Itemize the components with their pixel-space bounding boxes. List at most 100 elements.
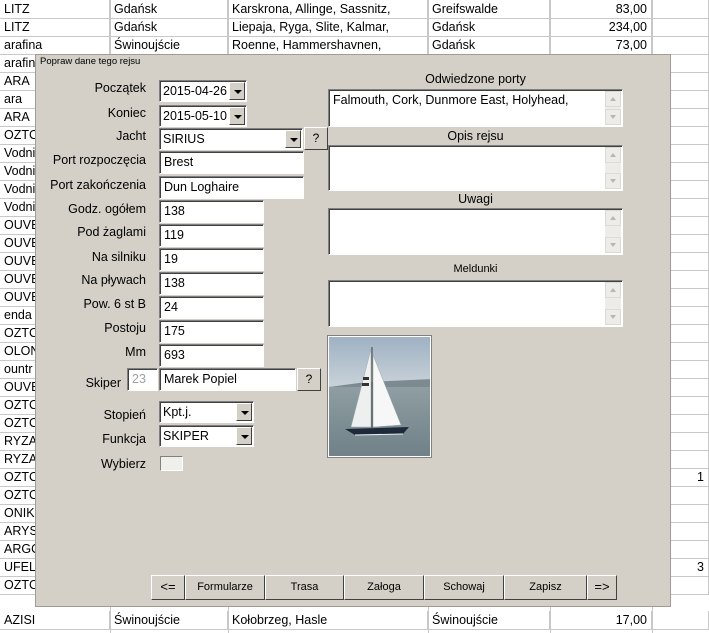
port-start-field[interactable]: Brest — [159, 151, 304, 174]
end-date-combo[interactable]: 2015-05-10 — [159, 105, 247, 127]
table-cell[interactable]: Świnoujście — [110, 611, 228, 630]
hide-button[interactable]: Schowaj — [424, 575, 504, 600]
chevron-down-icon[interactable] — [236, 427, 252, 445]
table-cell[interactable]: Karskrona, Allinge, Sassnitz, — [228, 0, 428, 19]
reports-memo[interactable] — [328, 280, 623, 327]
visited-ports-memo[interactable]: Falmouth, Cork, Dunmore East, Holyhead, — [328, 89, 623, 127]
table-cell[interactable]: Świnoujście — [110, 36, 228, 55]
scroll-down-icon[interactable] — [605, 309, 621, 325]
anchored-field[interactable]: 175 — [159, 320, 264, 343]
vertical-scrollbar[interactable] — [605, 147, 621, 189]
yacht-label: Jacht — [116, 129, 146, 143]
yacht-photo — [327, 335, 432, 458]
rank-label: Stopień — [103, 408, 146, 422]
hours-total-label: Godz. ogółem — [68, 202, 146, 216]
table-cell[interactable]: Świnoujście — [428, 611, 550, 630]
table-row[interactable]: LITZ Gdańsk Liepaja, Ryga, Slite, Kalmar, G… — [0, 18, 709, 37]
table-cell[interactable]: 73,00 — [550, 36, 652, 55]
table-row[interactable]: LITZ Gdańsk Karskrona, Allinge, Sassnitz, G… — [0, 0, 709, 19]
skipper-id-field: 23 — [127, 368, 158, 391]
forms-button[interactable]: Formularze — [185, 575, 265, 600]
yacht-photo-image — [329, 337, 430, 456]
previous-button[interactable]: <= — [151, 575, 185, 600]
save-button[interactable]: Zapisz — [504, 575, 587, 600]
engine-field[interactable]: 19 — [159, 248, 264, 271]
scroll-down-icon[interactable] — [605, 173, 621, 189]
table-cell[interactable]: LITZ — [0, 0, 110, 19]
table-row[interactable]: AZISI Świnoujście Kołobrzeg, Hasle Świnoujś… — [0, 611, 709, 630]
table-cell[interactable]: Liepaja, Ryga, Slite, Kalmar, — [228, 18, 428, 37]
sailing-field[interactable]: 138 — [159, 272, 264, 295]
start-date-value: 2015-04-26 — [163, 84, 227, 98]
skipper-label: Skiper — [85, 376, 121, 390]
vertical-scrollbar[interactable] — [605, 210, 621, 253]
hours-total-field[interactable]: 138 — [159, 200, 264, 223]
table-cell[interactable]: Gdańsk — [110, 0, 228, 19]
edit-voyage-dialog: Popraw dane tego rejsu Początek Koniec J… — [35, 54, 671, 607]
anchored-label: Postoju — [104, 321, 146, 335]
table-cell[interactable]: Gdańsk — [428, 36, 550, 55]
route-button[interactable]: Trasa — [265, 575, 344, 600]
function-combo[interactable]: SKIPER — [159, 425, 254, 447]
scroll-up-icon[interactable] — [605, 147, 621, 163]
under-sail-label: Pod żaglami — [77, 225, 146, 239]
vertical-scrollbar[interactable] — [605, 91, 621, 125]
table-cell[interactable]: Gdańsk — [110, 18, 228, 37]
table-cell[interactable]: arafina — [0, 36, 110, 55]
crew-button[interactable]: Załoga — [344, 575, 424, 600]
select-label: Wybierz — [100, 457, 146, 471]
next-button[interactable]: => — [587, 575, 617, 600]
skipper-name-field[interactable]: Marek Popiel — [159, 368, 296, 391]
sailing-label: Na pływach — [81, 273, 146, 287]
chevron-down-icon[interactable] — [285, 130, 301, 148]
port-end-label: Port zakończenia — [50, 178, 146, 192]
visited-ports-text: Falmouth, Cork, Dunmore East, Holyhead, — [333, 93, 569, 107]
port-end-field[interactable]: Dun Loghaire — [159, 176, 304, 199]
scroll-down-icon[interactable] — [605, 237, 621, 253]
engine-label: Na silniku — [91, 250, 146, 264]
under-sail-field[interactable]: 119 — [159, 224, 264, 247]
select-checkbox[interactable] — [160, 456, 183, 471]
table-cell[interactable]: 234,00 — [550, 18, 652, 37]
function-value: SKIPER — [163, 429, 209, 443]
table-cell[interactable]: AZISI — [0, 611, 110, 630]
chevron-down-icon[interactable] — [229, 107, 245, 125]
table-cell[interactable] — [652, 36, 709, 55]
vertical-scrollbar[interactable] — [605, 282, 621, 325]
description-memo[interactable] — [328, 145, 623, 191]
chevron-down-icon[interactable] — [229, 82, 245, 100]
table-cell[interactable]: 17,00 — [550, 611, 652, 630]
table-cell[interactable] — [652, 0, 709, 19]
scroll-down-icon[interactable] — [605, 109, 621, 125]
table-cell[interactable]: Roenne, Hammershavnen, — [228, 36, 428, 55]
table-row[interactable]: arafina Świnoujście Roenne, Hammershavnen,… — [0, 36, 709, 55]
yacht-value: SIRIUS — [163, 132, 205, 146]
table-cell[interactable]: Gdańsk — [428, 18, 550, 37]
description-title: Opis rejsu — [447, 129, 504, 143]
skipper-lookup-button[interactable]: ? — [297, 368, 321, 391]
table-cell[interactable] — [652, 611, 709, 630]
scroll-up-icon[interactable] — [605, 210, 621, 226]
table-cell[interactable]: Greifswalde — [428, 0, 550, 19]
yacht-lookup-button[interactable]: ? — [304, 127, 328, 150]
mm-field[interactable]: 693 — [159, 344, 264, 367]
mm-label: Mm — [125, 345, 146, 359]
chevron-down-icon[interactable] — [236, 403, 252, 421]
scroll-up-icon[interactable] — [605, 282, 621, 298]
above6-field[interactable]: 24 — [159, 296, 264, 319]
table-cell[interactable]: LITZ — [0, 18, 110, 37]
bottom-toolbar: <= Formularze Trasa Załoga Schowaj Zapis… — [151, 575, 617, 600]
yacht-combo[interactable]: SIRIUS — [159, 128, 303, 150]
above6-label: Pow. 6 st B — [83, 297, 146, 311]
table-cell[interactable] — [652, 18, 709, 37]
end-date-value: 2015-05-10 — [163, 109, 227, 123]
rank-combo[interactable]: Kpt.j. — [159, 401, 254, 423]
table-cell[interactable]: 83,00 — [550, 0, 652, 19]
reports-title: Meldunki — [453, 263, 498, 275]
table-cell[interactable]: Kołobrzeg, Hasle — [228, 611, 428, 630]
scroll-up-icon[interactable] — [605, 91, 621, 107]
ports-title: Odwiedzone porty — [425, 72, 526, 86]
notes-memo[interactable] — [328, 208, 623, 255]
function-label: Funkcja — [102, 432, 146, 446]
start-date-combo[interactable]: 2015-04-26 — [159, 80, 247, 102]
